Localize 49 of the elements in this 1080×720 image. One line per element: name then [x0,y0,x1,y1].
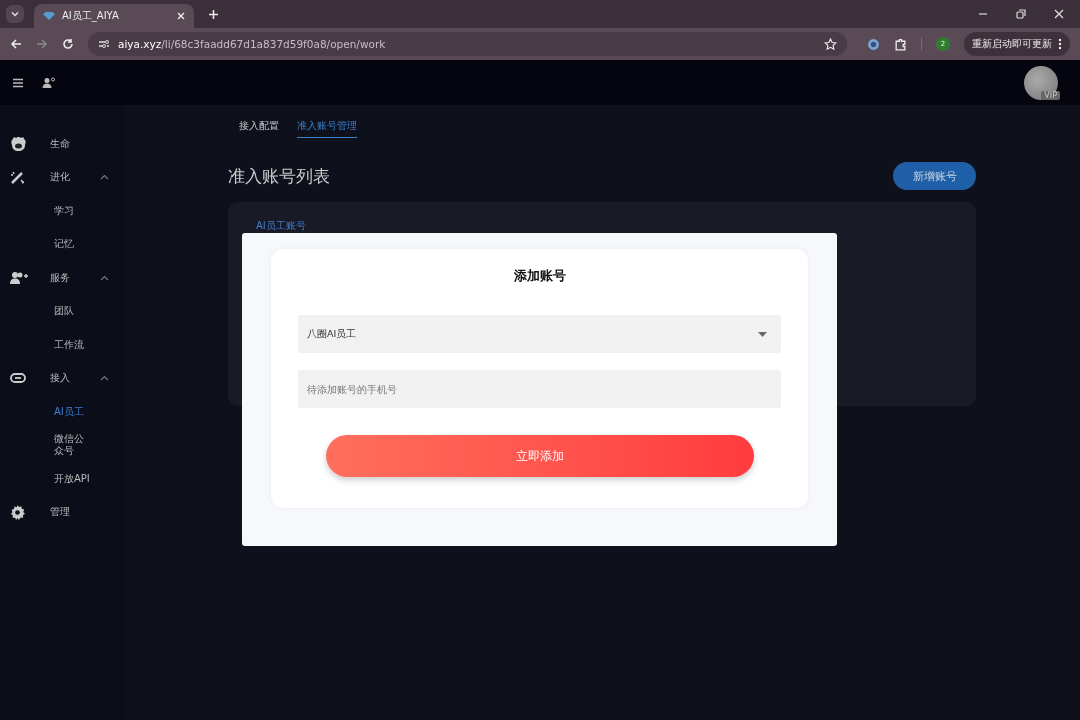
phone-input[interactable]: 待添加账号的手机号 [298,370,781,408]
browser-tab[interactable]: AI员工_AIYA [34,4,194,28]
add-account-button[interactable]: 新增账号 [893,162,976,190]
menu-icon[interactable] [12,77,24,88]
tab[interactable]: 接入配置 [239,119,279,138]
sidebar-subitem[interactable]: AI员工 [0,395,114,429]
tab[interactable]: 准入账号管理 [297,119,357,138]
sidebar-item[interactable]: 管理 [0,495,125,529]
add-people-icon [10,271,28,285]
sidebar-item[interactable]: 服务 [0,261,125,295]
sidebar-subitem[interactable]: 记忆 [0,227,114,261]
close-icon[interactable] [176,11,186,21]
restore-icon[interactable] [1016,9,1026,19]
new-tab-icon[interactable] [208,8,219,20]
settings-icon [10,504,25,520]
more-icon[interactable] [1058,38,1062,50]
sidebar-subitem[interactable]: 团队 [0,294,114,328]
select-field[interactable]: 八圈AI员工 [298,315,781,353]
caret-icon [758,331,767,337]
reload-icon[interactable] [62,38,74,50]
user-icon[interactable] [42,77,55,88]
sidebar-subitem[interactable]: 微信公众号 [0,428,114,462]
vip-badge: VIP [1041,90,1060,100]
sidebar-subitem[interactable]: 开放API [0,462,114,496]
sidebar-item[interactable]: 接入 [0,361,125,395]
link-icon [10,373,26,384]
url-text: aiya.xyz/li/68c3faadd67d1a837d59f0a8/open/work [118,38,386,50]
sidebar-item[interactable]: 生命 [0,127,125,161]
extension-icon[interactable] [867,37,880,51]
sidebar-item[interactable]: 进化 [0,160,125,194]
face-icon [10,135,27,152]
address-bar[interactable]: aiya.xyz/li/68c3faadd67d1a837d59f0a8/open/work [88,32,847,56]
bookmark-star-icon[interactable] [824,37,837,51]
page-title: 准入账号列表 [228,164,330,188]
wand-icon [10,169,25,185]
sidebar-subitem[interactable]: 工作流 [0,328,114,362]
puzzle-icon[interactable] [894,37,907,51]
update-button[interactable]: 重新启动即可更新 [964,32,1070,56]
favicon-icon [42,11,56,21]
card-label: AI员工账号 [256,220,306,231]
tab-title: AI员工_AIYA [62,9,120,23]
tab-list-button[interactable] [6,5,24,23]
dialog-title: 添加账号 [513,267,566,285]
avatar[interactable]: VIP [1024,65,1058,100]
close-icon[interactable] [1054,9,1064,19]
chevron-down-icon [10,9,20,19]
sidebar-subitem[interactable]: 学习 [0,194,114,228]
site-settings-icon[interactable] [98,39,110,49]
back-icon[interactable] [10,38,22,50]
